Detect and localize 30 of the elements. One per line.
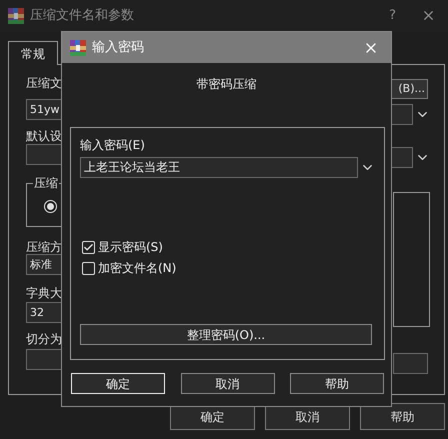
dialog-heading: 带密码压缩 xyxy=(196,76,256,93)
browse-button[interactable]: (B)... xyxy=(390,79,428,100)
dialog-button[interactable]: 确定 xyxy=(71,373,165,394)
combo-field[interactable] xyxy=(390,147,413,168)
dialog-button[interactable]: 帮助 xyxy=(290,373,384,394)
field-label: 压缩方 xyxy=(26,240,63,254)
checkbox-label: 加密文件名(N) xyxy=(98,261,176,275)
dialog-button[interactable]: 帮助 xyxy=(360,403,445,430)
organize-button[interactable]: 整理密码(O)... xyxy=(80,324,372,345)
close-icon[interactable] xyxy=(421,8,436,23)
field-label: 压缩文 xyxy=(26,76,63,90)
archive-icon xyxy=(8,8,24,24)
dialog-button[interactable]: 取消 xyxy=(180,373,274,394)
checkbox[interactable] xyxy=(82,240,95,254)
help-button[interactable]: ? xyxy=(389,6,396,26)
group-legend: 压缩 xyxy=(33,176,59,190)
archive-icon xyxy=(70,40,86,56)
radio-button[interactable] xyxy=(44,200,57,213)
window-title: 压缩文件名和参数 xyxy=(30,6,134,25)
password-field[interactable]: 上老王论坛当老王 xyxy=(80,157,358,178)
field-label: 字典大 xyxy=(26,286,63,300)
checkbox[interactable] xyxy=(82,262,95,274)
tab[interactable]: 常规 xyxy=(8,41,58,65)
field-label: 默认设 xyxy=(26,129,63,143)
combo-field[interactable] xyxy=(390,104,413,126)
field-label: 切分为 xyxy=(26,332,63,346)
field-label: 输入密码(E) xyxy=(80,138,146,152)
text-field[interactable] xyxy=(393,353,428,374)
checkbox-label: 显示密码(S) xyxy=(98,240,163,254)
dialog-title: 输入密码 xyxy=(92,38,144,57)
